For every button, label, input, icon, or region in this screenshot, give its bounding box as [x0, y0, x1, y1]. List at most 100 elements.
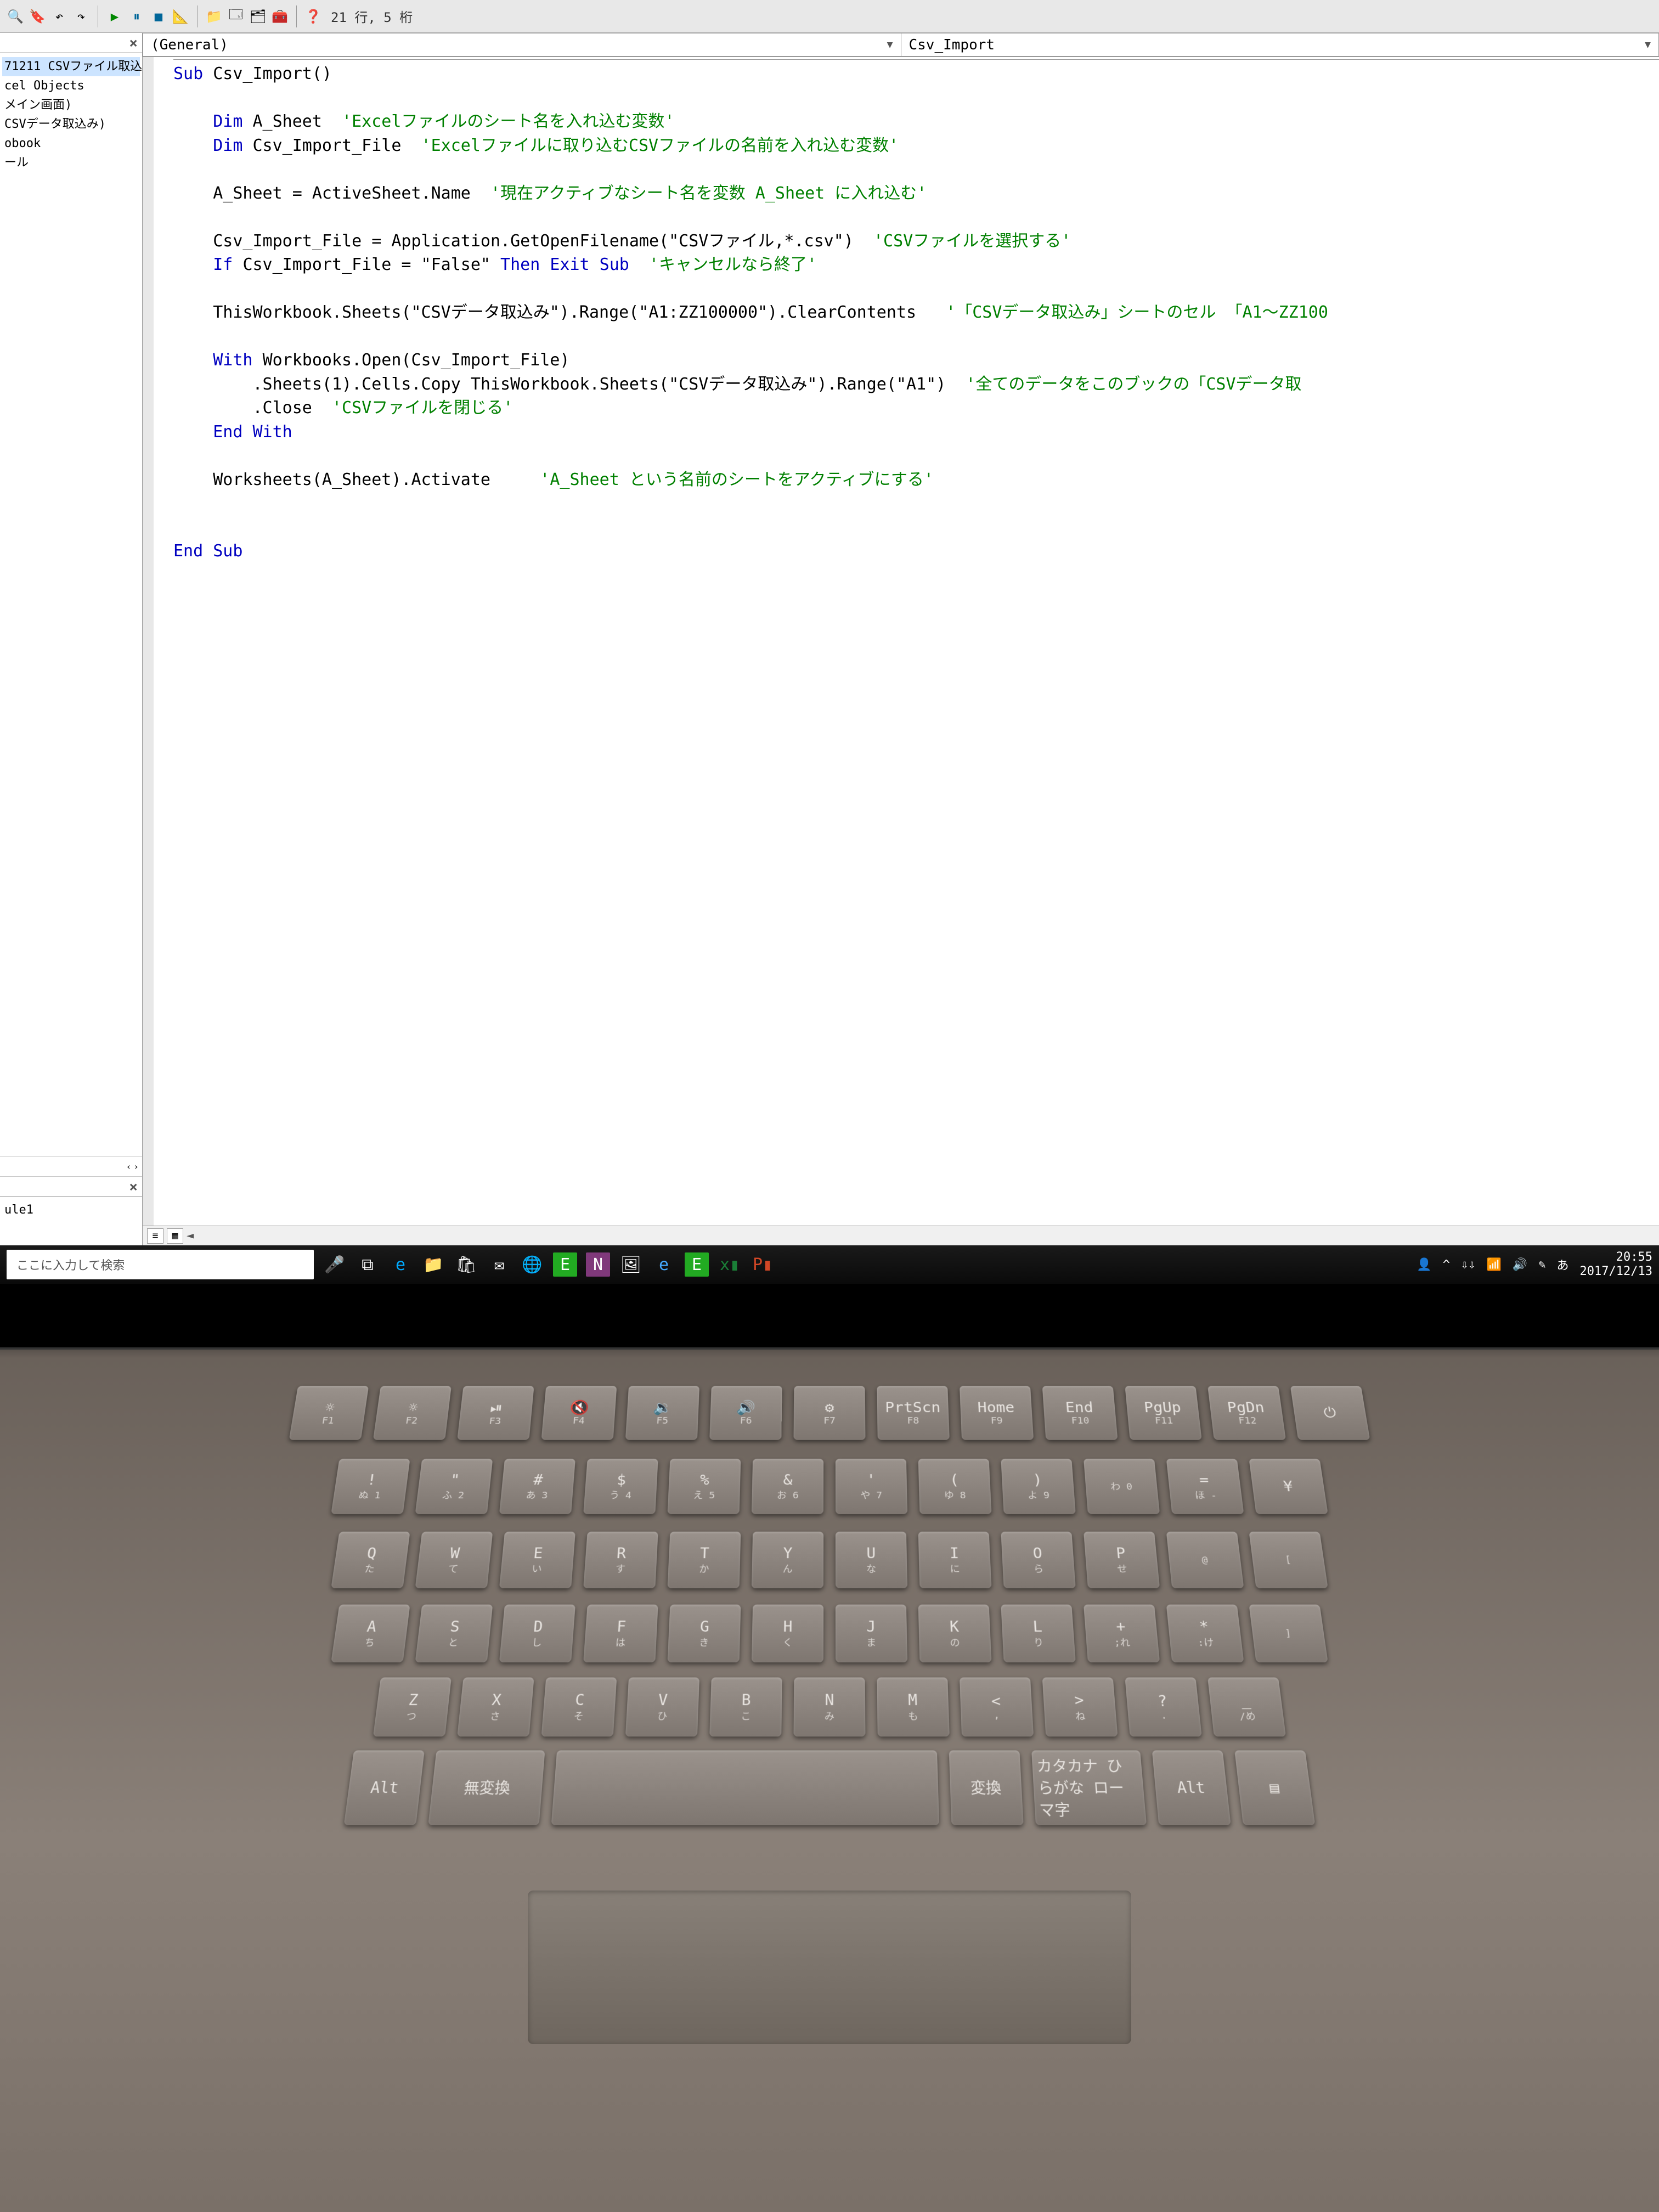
keyboard-key: Kの: [918, 1605, 992, 1663]
screen: 🔍 🔖 ↶ ↷ ▶ ⏸ ■ 📐 📁 🗔 🗂 🧰 ❓ 21 行, 5 桁 × 71…: [0, 0, 1659, 1284]
clock-time: 20:55: [1580, 1250, 1652, 1265]
task-view-icon[interactable]: ⧉: [356, 1252, 380, 1277]
store-icon[interactable]: 🛍: [454, 1252, 478, 1277]
scroll-left-icon[interactable]: ◄: [187, 1229, 194, 1243]
procedure-view-button[interactable]: ≡: [147, 1228, 163, 1244]
keyboard-key: Eい: [499, 1532, 575, 1588]
home-row: AちSとDしFはGきHくJまKのLり+;れ*:け]: [4, 1605, 1655, 1663]
properties-pane[interactable]: ule1: [0, 1196, 142, 1245]
code-pane: (General) ▼ Csv_Import ▼ Sub Csv_Import(…: [143, 33, 1659, 1245]
file-explorer-icon[interactable]: 📁: [421, 1252, 445, 1277]
object-dropdown[interactable]: (General) ▼: [143, 33, 901, 57]
keyboard-key: =ほ -: [1166, 1459, 1244, 1514]
design-icon[interactable]: 📐: [172, 8, 189, 25]
tree-scroll[interactable]: ‹ ›: [0, 1156, 142, 1176]
pane-header: ×: [0, 33, 142, 53]
keyboard-key: [: [1249, 1532, 1328, 1588]
cursor-position-status: 21 行, 5 桁: [331, 7, 413, 26]
close-icon[interactable]: ×: [129, 35, 138, 50]
tree-item[interactable]: cel Objects: [2, 76, 140, 95]
keyboard-key: Iに: [918, 1532, 992, 1588]
bottom-letter-row: ZつXさCそVひBこNみMも<,>ね?._/め: [4, 1678, 1655, 1737]
pause-icon[interactable]: ⏸: [128, 8, 145, 25]
keyboard-key: ⏻: [1290, 1386, 1370, 1440]
chrome-icon[interactable]: 🌐: [520, 1252, 544, 1277]
dropbox-icon[interactable]: ⇩⇩: [1461, 1258, 1476, 1272]
project-icon[interactable]: 📁: [205, 8, 223, 25]
keyboard-key: 🔉F5: [625, 1386, 699, 1440]
keyboard-key: 変換: [949, 1751, 1024, 1825]
keyboard-key: Xさ: [457, 1678, 534, 1737]
evernote-icon[interactable]: E: [553, 1252, 577, 1277]
keyboard-key: Fは: [583, 1605, 658, 1663]
keyboard-key: わ 0: [1084, 1459, 1160, 1514]
cortana-mic-icon[interactable]: 🎤: [323, 1252, 347, 1277]
find-icon[interactable]: 🔍: [7, 8, 24, 25]
procedure-dropdown[interactable]: Csv_Import ▼: [901, 33, 1659, 57]
keyboard-key: ?.: [1125, 1678, 1201, 1737]
tree-item[interactable]: ール: [2, 153, 140, 172]
keyboard-key: >ね: [1042, 1678, 1118, 1737]
keyboard-key: 'や 7: [836, 1459, 907, 1514]
keyboard-key: PrtScnF8: [877, 1386, 950, 1440]
tree-item[interactable]: 71211 CSVファイル取込: [2, 57, 140, 76]
people-icon[interactable]: 👤: [1417, 1258, 1431, 1272]
keyboard-key: Vひ: [625, 1678, 699, 1737]
tree-item[interactable]: CSVデータ取込み): [2, 115, 140, 134]
toolbox-icon[interactable]: 🧰: [271, 8, 289, 25]
object-dropdown-value: (General): [151, 37, 228, 53]
keyboard-key: Uな: [836, 1532, 907, 1588]
physical-keyboard: ☼F1☼F2⏯F3🔇F4🔉F5🔊F6⚙F7PrtScnF8HomeF9EndF1…: [0, 1350, 1659, 1858]
properties-icon[interactable]: 🗔: [227, 8, 245, 25]
volume-icon[interactable]: 🔊: [1513, 1258, 1527, 1272]
keyboard-key: Qた: [331, 1532, 410, 1588]
scroll-left-icon[interactable]: ‹: [126, 1161, 132, 1172]
keyboard-key: Cそ: [541, 1678, 617, 1737]
chevron-down-icon: ▼: [887, 39, 893, 50]
keyboard-key: ]: [1249, 1605, 1328, 1663]
tree-item[interactable]: obook: [2, 134, 140, 153]
evernote2-icon[interactable]: E: [685, 1252, 709, 1277]
keyboard-key: Alt: [1152, 1751, 1231, 1825]
run-icon[interactable]: ▶: [106, 8, 123, 25]
function-row: ☼F1☼F2⏯F3🔇F4🔉F5🔊F6⚙F7PrtScnF8HomeF9EndF1…: [4, 1386, 1655, 1440]
undo-icon[interactable]: ↶: [50, 8, 68, 25]
keyboard-key: Zつ: [373, 1678, 452, 1737]
physical-laptop: ☼F1☼F2⏯F3🔇F4🔉F5🔊F6⚙F7PrtScnF8HomeF9EndF1…: [0, 1284, 1659, 2212]
code-editor[interactable]: Sub Csv_Import() Dim A_Sheet 'Excelファイルの…: [143, 57, 1659, 1226]
keyboard-key: (ゆ 8: [918, 1459, 992, 1514]
keyboard-key: カタカナ ひらがな ローマ字: [1031, 1751, 1147, 1825]
taskbar-search[interactable]: ここに入力して検索: [7, 1250, 314, 1279]
ime-indicator[interactable]: あ: [1557, 1256, 1569, 1273]
wifi-icon[interactable]: 📶: [1486, 1258, 1501, 1272]
photos-icon[interactable]: 🖼: [619, 1252, 643, 1277]
excel-icon[interactable]: x▮: [718, 1252, 742, 1277]
bookmark-icon[interactable]: 🔖: [29, 8, 46, 25]
vbe-main: × 71211 CSVファイル取込 cel Objects メイン画面) CSV…: [0, 33, 1659, 1245]
tray-chevron-icon[interactable]: ^: [1443, 1258, 1450, 1272]
keyboard-key: Pせ: [1084, 1532, 1160, 1588]
ie-icon[interactable]: e: [652, 1252, 676, 1277]
onenote-icon[interactable]: N: [586, 1252, 610, 1277]
scroll-right-icon[interactable]: ›: [133, 1161, 139, 1172]
keyboard-key: )よ 9: [1001, 1459, 1075, 1514]
pen-icon[interactable]: ✎: [1538, 1258, 1545, 1272]
mail-icon[interactable]: ✉: [487, 1252, 511, 1277]
keyboard-key: Dし: [499, 1605, 575, 1663]
keyboard-key: Tか: [667, 1532, 741, 1588]
project-tree[interactable]: 71211 CSVファイル取込 cel Objects メイン画面) CSVデー…: [0, 53, 142, 1156]
close-icon[interactable]: ×: [129, 1179, 138, 1194]
help-icon[interactable]: ❓: [304, 8, 322, 25]
keyboard-key: Hく: [752, 1605, 823, 1663]
redo-icon[interactable]: ↷: [72, 8, 90, 25]
full-module-view-button[interactable]: ▦: [167, 1228, 183, 1244]
taskbar-clock[interactable]: 20:55 2017/12/13: [1580, 1250, 1652, 1279]
powerpoint-icon[interactable]: P▮: [751, 1252, 775, 1277]
keyboard-key: Oら: [1001, 1532, 1075, 1588]
stop-icon[interactable]: ■: [150, 8, 167, 25]
keyboard-key: HomeF9: [960, 1386, 1034, 1440]
object-browser-icon[interactable]: 🗂: [249, 8, 267, 25]
edge-icon[interactable]: e: [388, 1252, 413, 1277]
tree-item[interactable]: メイン画面): [2, 95, 140, 115]
clock-date: 2017/12/13: [1580, 1265, 1652, 1279]
